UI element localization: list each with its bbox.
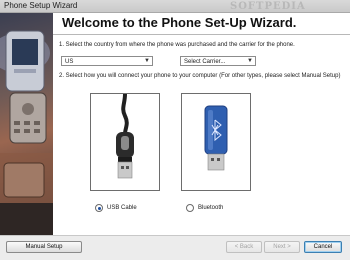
header-divider <box>53 34 350 35</box>
step1-instruction: 1. Select the country from where the pho… <box>59 42 295 48</box>
usb-cable-image[interactable] <box>90 93 160 191</box>
country-select[interactable]: US ▼ <box>61 56 153 66</box>
next-button[interactable]: Next > <box>264 241 300 253</box>
usb-cable-label: USB Cable <box>107 205 137 211</box>
chevron-down-icon[interactable]: ▼ <box>143 57 151 65</box>
bluetooth-dongle-icon <box>204 105 228 171</box>
carrier-select-value: Select Carrier... <box>184 59 226 65</box>
button-bar: Manual Setup < Back Next > Cancel <box>0 235 350 260</box>
usb-cable-option[interactable]: USB Cable <box>95 203 137 213</box>
chevron-down-icon[interactable]: ▼ <box>246 57 254 65</box>
back-button[interactable]: < Back <box>226 241 262 253</box>
wizard-side-image <box>0 13 53 235</box>
bluetooth-option[interactable]: Bluetooth <box>186 203 223 213</box>
page-title: Welcome to the Phone Set-Up Wizard. <box>62 15 297 30</box>
usb-cable-radio[interactable] <box>95 204 103 212</box>
bluetooth-image[interactable] <box>181 93 251 191</box>
watermark: SOFTPEDIA <box>230 1 306 12</box>
usb-cable-icon <box>116 93 134 179</box>
phone-artwork <box>0 30 53 235</box>
step2-instruction: 2. Select how you will connect your phon… <box>59 73 341 79</box>
window-title: Phone Setup Wizard <box>4 1 78 10</box>
country-select-value: US <box>65 59 74 65</box>
cancel-button[interactable]: Cancel <box>304 241 342 253</box>
title-bar: Phone Setup Wizard SOFTPEDIA <box>0 0 350 13</box>
manual-setup-button[interactable]: Manual Setup <box>6 241 82 253</box>
bluetooth-radio[interactable] <box>186 204 194 212</box>
carrier-select[interactable]: Select Carrier... ▼ <box>180 56 256 66</box>
wizard-content: Welcome to the Phone Set-Up Wizard. 1. S… <box>53 13 350 235</box>
bluetooth-label: Bluetooth <box>198 205 224 211</box>
